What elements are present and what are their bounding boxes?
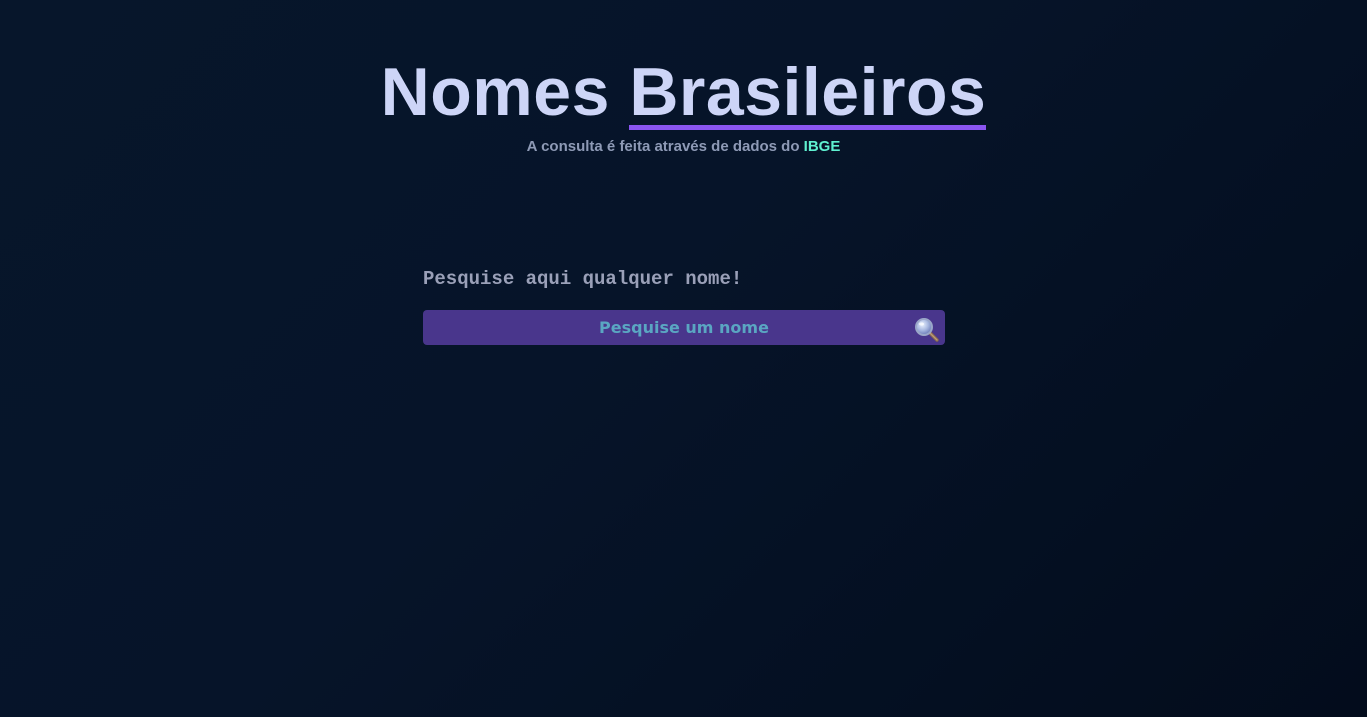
subtitle-text: A consulta é feita através de dados do [526, 138, 800, 155]
title-word-nomes: Nomes [380, 54, 610, 130]
subtitle-source-highlight: IBGE [803, 138, 841, 155]
page-header: Nomes Brasileiros A consulta é feita atr… [0, 52, 1367, 155]
search-section: Pesquise aqui qualquer nome! [423, 266, 945, 345]
search-input[interactable] [423, 310, 945, 345]
title-word-brasileiros: Brasileiros [629, 54, 987, 130]
search-box [423, 310, 945, 345]
search-label: Pesquise aqui qualquer nome! [423, 268, 743, 290]
page-subtitle: A consulta é feita através de dados do I… [0, 138, 1367, 155]
search-icon[interactable] [914, 317, 940, 343]
page-title: Nomes Brasileiros [0, 52, 1367, 132]
